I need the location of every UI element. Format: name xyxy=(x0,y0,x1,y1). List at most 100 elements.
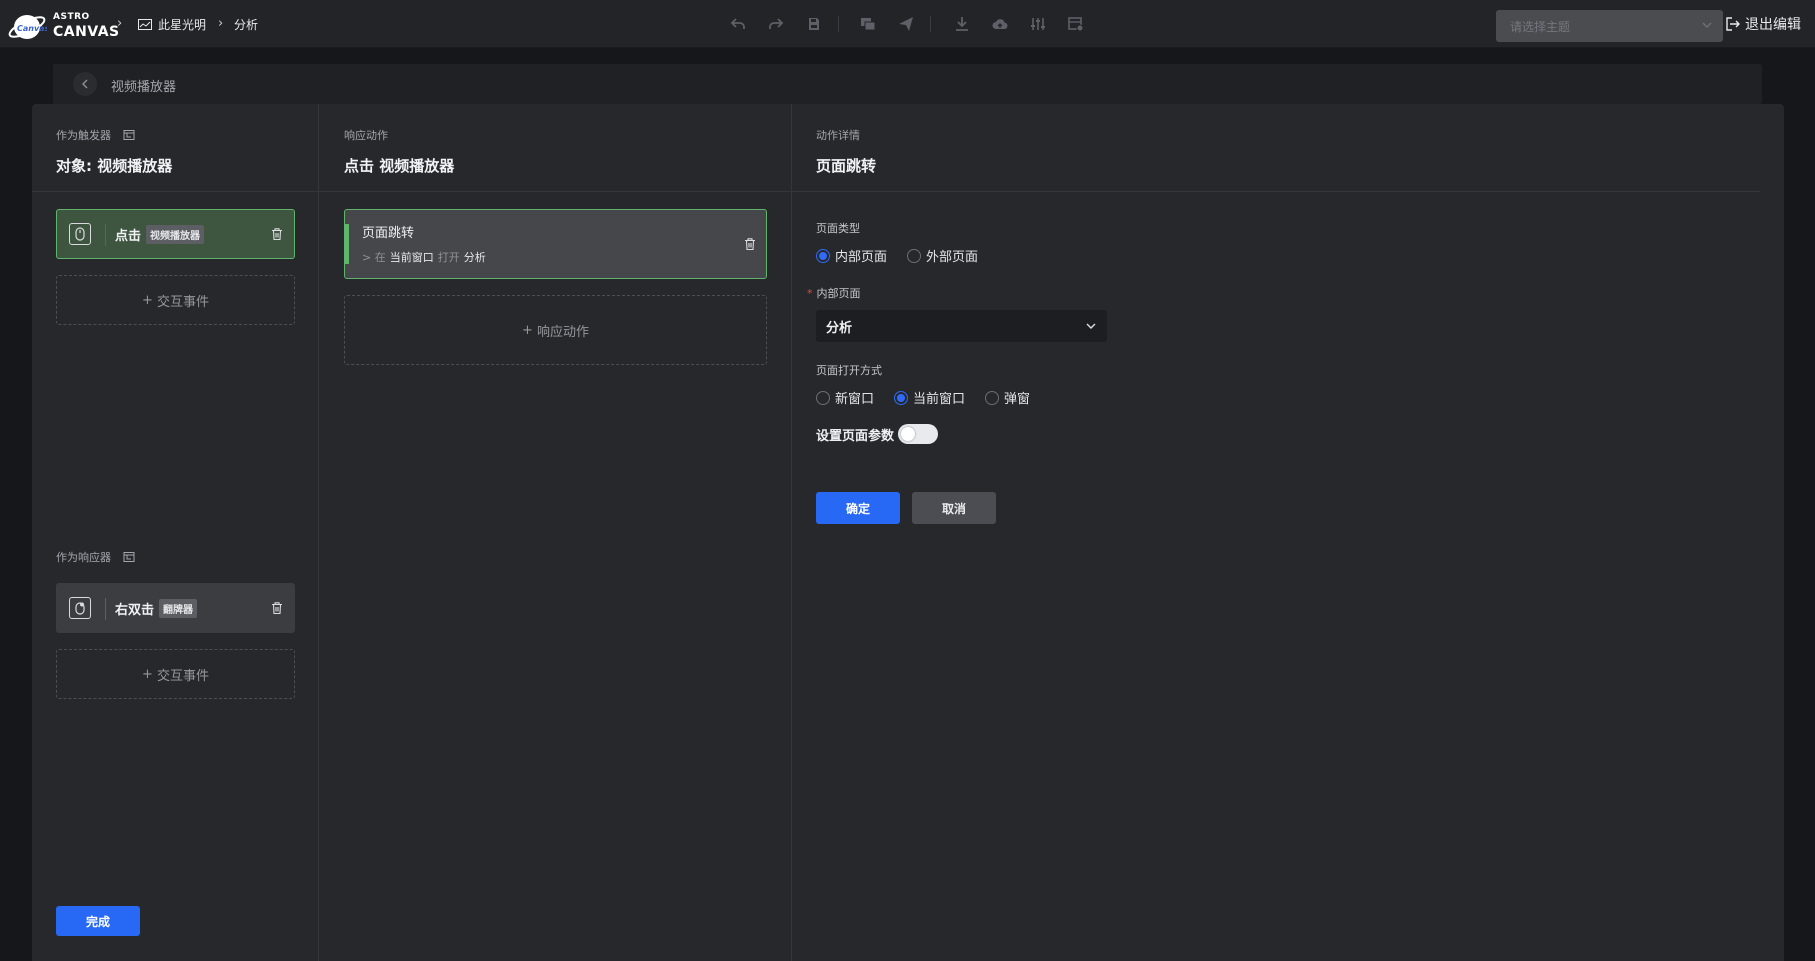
breadcrumb-chevron-icon: › xyxy=(218,16,224,31)
dashboard-icon xyxy=(138,19,152,30)
response-title: 点击 视频播放器 xyxy=(344,157,455,175)
component-editor-header: 视频播放器 xyxy=(53,64,1762,104)
radio-indicator xyxy=(816,248,830,263)
header-divider xyxy=(792,191,1760,192)
internal-page-select[interactable]: 分析 xyxy=(816,310,1107,342)
svg-text:Canvas: Canvas xyxy=(17,24,47,33)
chevron-down-icon xyxy=(1086,323,1096,329)
card-separator xyxy=(105,224,106,246)
open-mode-radio-group: 新窗口 当前窗口 弹窗 xyxy=(816,388,1050,407)
header-divider xyxy=(32,191,318,192)
internal-page-label-text: 内部页面 xyxy=(816,287,861,300)
download-icon[interactable] xyxy=(952,14,972,34)
internal-page-label: * 内部页面 xyxy=(807,285,861,301)
responder-label-text: 作为响应器 xyxy=(56,551,111,564)
breadcrumb-item-dashboard[interactable]: 此星光明 xyxy=(138,16,206,33)
trash-icon[interactable] xyxy=(270,601,284,615)
toolbar-divider xyxy=(930,16,931,32)
radio-popup[interactable]: 弹窗 xyxy=(985,388,1030,407)
adjust-icon[interactable] xyxy=(1028,14,1048,34)
exit-edit-label: 退出编辑 xyxy=(1745,17,1801,33)
radio-indicator xyxy=(894,390,909,405)
open-mode-label: 页面打开方式 xyxy=(816,364,882,377)
save-icon[interactable] xyxy=(804,14,824,34)
page-params-row: 设置页面参数 xyxy=(816,424,939,444)
breadcrumb-label: 分析 xyxy=(234,18,259,32)
action-page: 分析 xyxy=(463,251,486,264)
trigger-section-label: 作为触发器 xyxy=(56,127,135,143)
required-mark: * xyxy=(807,287,813,300)
radio-indicator xyxy=(985,390,1000,405)
plus-icon: + xyxy=(142,292,153,308)
event-action: 右双击 xyxy=(115,603,155,618)
detail-title: 页面跳转 xyxy=(816,157,877,175)
trigger-label-text: 作为触发器 xyxy=(56,129,111,142)
detail-section-label: 动作详情 xyxy=(816,127,860,143)
add-trigger-event-button[interactable]: + 交互事件 xyxy=(56,275,295,325)
back-button[interactable] xyxy=(73,72,97,96)
page-params-toggle[interactable] xyxy=(898,424,939,444)
event-description: 右双击 翻牌器 xyxy=(115,599,198,618)
action-window: 当前窗口 xyxy=(389,251,434,264)
radio-label: 当前窗口 xyxy=(913,392,966,407)
exit-edit-button[interactable]: 退出编辑 xyxy=(1726,14,1801,34)
panel-icon xyxy=(123,552,135,562)
add-event-label: 交互事件 xyxy=(156,668,209,684)
event-description: 点击 视频播放器 xyxy=(115,225,205,244)
publish-icon[interactable] xyxy=(896,14,916,34)
mouse-click-icon xyxy=(69,223,91,245)
settings-icon[interactable] xyxy=(1066,14,1086,34)
breadcrumb-item-page[interactable]: 分析 xyxy=(234,16,258,33)
breadcrumb-label: 此星光明 xyxy=(158,18,207,32)
page-type-radio-group: 内部页面 外部页面 xyxy=(816,246,998,265)
detail-label-text: 动作详情 xyxy=(816,129,860,142)
radio-label: 内部页面 xyxy=(835,250,888,265)
action-description: > 在 当前窗口 打开 分析 xyxy=(362,249,486,265)
trash-icon[interactable] xyxy=(270,227,284,241)
undo-icon[interactable] xyxy=(728,14,748,34)
page-type-label: 页面类型 xyxy=(816,222,860,235)
event-target-tag: 视频播放器 xyxy=(146,225,205,244)
event-target-tag: 翻牌器 xyxy=(159,599,198,618)
header-divider xyxy=(319,191,791,192)
response-label-text: 响应动作 xyxy=(344,129,388,142)
confirm-button[interactable]: 确定 xyxy=(816,492,900,524)
action-title: 页面跳转 xyxy=(362,226,415,241)
action-prefix: > 在 xyxy=(362,251,386,264)
radio-label: 外部页面 xyxy=(926,250,979,265)
response-section-label: 响应动作 xyxy=(344,127,388,143)
cancel-button[interactable]: 取消 xyxy=(912,492,996,524)
theme-select[interactable]: 请选择主题 xyxy=(1496,10,1723,42)
radio-new-window[interactable]: 新窗口 xyxy=(816,388,874,407)
astro-canvas-logo[interactable]: Canvas ASTRO CANVAS xyxy=(5,6,120,44)
card-separator xyxy=(105,598,106,620)
responder-event-card[interactable]: 右双击 翻牌器 xyxy=(56,583,295,633)
chevron-down-icon xyxy=(1702,22,1712,28)
add-responder-event-button[interactable]: + 交互事件 xyxy=(56,649,295,699)
preview-icon[interactable] xyxy=(858,14,878,34)
trigger-event-card[interactable]: 点击 视频播放器 xyxy=(56,209,295,259)
response-action-card[interactable]: 页面跳转 > 在 当前窗口 打开 分析 xyxy=(344,209,767,279)
chevron-left-icon xyxy=(82,79,88,89)
column-divider xyxy=(318,104,319,961)
top-bar: Canvas ASTRO CANVAS › 此星光明 › 分析 请选择主题 退出… xyxy=(0,0,1815,48)
event-action: 点击 xyxy=(115,229,142,244)
add-event-label: 交互事件 xyxy=(156,294,209,310)
trash-icon[interactable] xyxy=(743,237,757,251)
mouse-double-click-icon xyxy=(69,597,91,619)
toolbar-divider xyxy=(838,16,839,32)
logo-text-canvas: CANVAS xyxy=(53,24,120,40)
radio-label: 弹窗 xyxy=(1004,392,1031,407)
radio-internal-page[interactable]: 内部页面 xyxy=(816,246,887,265)
redo-icon[interactable] xyxy=(766,14,786,34)
radio-indicator xyxy=(907,248,922,263)
breadcrumb-chevron-icon: › xyxy=(117,16,123,31)
plus-icon: + xyxy=(522,322,533,338)
radio-current-window[interactable]: 当前窗口 xyxy=(894,388,965,407)
add-response-action-button[interactable]: + 响应动作 xyxy=(344,295,767,365)
add-action-label: 响应动作 xyxy=(536,324,589,340)
done-button[interactable]: 完成 xyxy=(56,906,140,936)
cloud-upload-icon[interactable] xyxy=(990,14,1010,34)
action-verb: 打开 xyxy=(437,251,460,264)
radio-external-page[interactable]: 外部页面 xyxy=(907,246,978,265)
